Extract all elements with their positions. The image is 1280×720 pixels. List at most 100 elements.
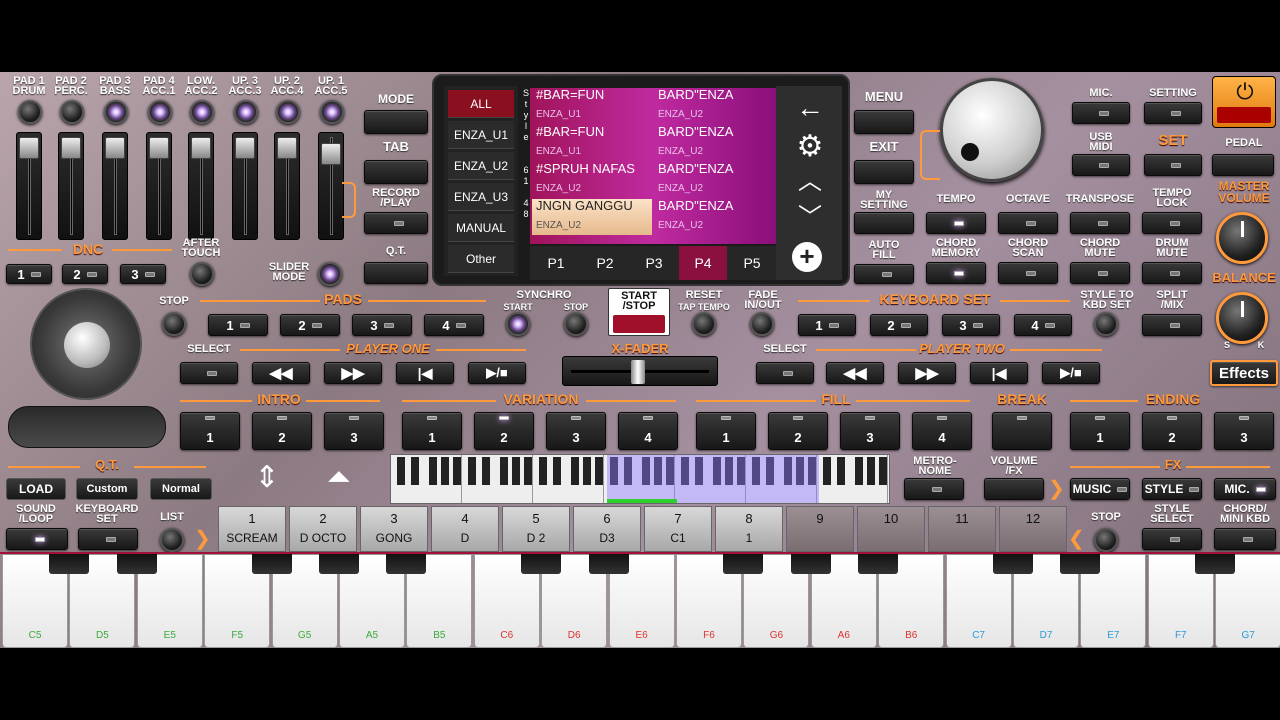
dnc-button-3[interactable]: 3 bbox=[120, 264, 166, 284]
record-play-button[interactable] bbox=[364, 212, 428, 234]
ending-button-1[interactable]: 1 bbox=[1070, 412, 1130, 450]
black-key[interactable] bbox=[723, 554, 764, 574]
custom-button[interactable]: Custom bbox=[76, 478, 138, 500]
tempo-lock-button[interactable] bbox=[1142, 212, 1202, 234]
metronome-icon[interactable]: ⏶ bbox=[314, 458, 364, 498]
pad-volume-fader-4[interactable] bbox=[146, 132, 172, 240]
drum-mute-button[interactable] bbox=[1142, 262, 1202, 284]
player-two-rewind-button[interactable]: ◀◀ bbox=[826, 362, 884, 384]
style-entry[interactable]: BARD"ENZA ENZA_U2 bbox=[654, 162, 774, 198]
chord-mini-button[interactable] bbox=[1214, 528, 1276, 550]
style-select-button[interactable] bbox=[1142, 528, 1202, 550]
kbd-set-button-2[interactable]: 2 bbox=[870, 314, 928, 336]
black-key[interactable] bbox=[319, 554, 359, 574]
style-entry[interactable]: BARD"ENZA ENZA_U2 bbox=[654, 88, 774, 124]
registration-slot-8[interactable]: 81 bbox=[715, 506, 783, 552]
break-button[interactable] bbox=[992, 412, 1052, 450]
dnc-button-2[interactable]: 2 bbox=[62, 264, 108, 284]
black-key[interactable] bbox=[49, 554, 90, 574]
joystick[interactable] bbox=[30, 288, 142, 400]
player-one-select-button[interactable] bbox=[180, 362, 238, 384]
player-one-forward-button[interactable]: ▶▶ bbox=[324, 362, 382, 384]
fill-button-2[interactable]: 2 bbox=[768, 412, 828, 450]
registration-slot-4[interactable]: 4D bbox=[431, 506, 499, 552]
chord-scan-button[interactable] bbox=[998, 262, 1058, 284]
fade-knob[interactable] bbox=[750, 312, 774, 336]
ending-button-3[interactable]: 3 bbox=[1214, 412, 1274, 450]
page-p2[interactable]: P2 bbox=[581, 246, 629, 280]
metronome-button[interactable] bbox=[904, 478, 964, 500]
mic-button[interactable] bbox=[1072, 102, 1130, 124]
pad-mute-knob-1[interactable] bbox=[18, 100, 42, 124]
category-all[interactable]: ALL bbox=[448, 90, 514, 118]
style-fx-button[interactable]: STYLE bbox=[1142, 478, 1202, 500]
qt-button[interactable] bbox=[364, 262, 428, 284]
setting-button[interactable] bbox=[1144, 102, 1202, 124]
tuner-icon[interactable]: ⇕ bbox=[244, 458, 290, 498]
split-mix-button[interactable] bbox=[1142, 314, 1202, 336]
registration-slot-10[interactable]: 10 bbox=[857, 506, 925, 552]
keyboard-set-bottom-button[interactable] bbox=[78, 528, 138, 550]
auto-fill-button[interactable] bbox=[854, 264, 914, 284]
page-p5[interactable]: P5 bbox=[728, 246, 776, 280]
transpose-button[interactable] bbox=[1070, 212, 1130, 234]
category-other[interactable]: Other bbox=[448, 245, 514, 273]
category-enza-u2[interactable]: ENZA_U2 bbox=[448, 152, 514, 180]
list-knob[interactable] bbox=[160, 528, 184, 552]
black-key[interactable] bbox=[1195, 554, 1236, 574]
variation-button-3[interactable]: 3 bbox=[546, 412, 606, 450]
volume-fx-button[interactable] bbox=[984, 478, 1044, 500]
start-stop-button[interactable]: START/STOP bbox=[608, 288, 670, 336]
pad-button-3[interactable]: 3 bbox=[352, 314, 412, 336]
player-one-rewind-button[interactable]: ◀◀ bbox=[252, 362, 310, 384]
registration-slot-12[interactable]: 12 bbox=[999, 506, 1067, 552]
balance-knob[interactable] bbox=[1216, 292, 1268, 344]
registration-slot-6[interactable]: 6 D3 bbox=[573, 506, 641, 552]
fill-button-3[interactable]: 3 bbox=[840, 412, 900, 450]
back-arrow-icon[interactable]: ← bbox=[790, 94, 830, 124]
add-icon[interactable]: + bbox=[792, 242, 822, 272]
registration-slot-2[interactable]: 2 D OCTO bbox=[289, 506, 357, 552]
player-two-previous-button[interactable]: |◀ bbox=[970, 362, 1028, 384]
synchro-stop-knob[interactable] bbox=[564, 312, 588, 336]
chord-memory-button[interactable] bbox=[926, 262, 986, 284]
intro-button-1[interactable]: 1 bbox=[180, 412, 240, 450]
jog-dial[interactable] bbox=[940, 78, 1044, 182]
variation-button-2[interactable]: 2 bbox=[474, 412, 534, 450]
variation-button-1[interactable]: 1 bbox=[402, 412, 462, 450]
mini-keyboard[interactable] bbox=[390, 454, 890, 504]
black-key[interactable] bbox=[790, 554, 831, 574]
intro-button-3[interactable]: 3 bbox=[324, 412, 384, 450]
page-p3[interactable]: P3 bbox=[630, 246, 678, 280]
mic-fx-button[interactable]: MIC. bbox=[1214, 478, 1276, 500]
load-button[interactable]: LOAD bbox=[6, 478, 66, 500]
black-key[interactable] bbox=[588, 554, 629, 574]
pad-volume-fader-5[interactable] bbox=[188, 132, 214, 240]
pad-button-4[interactable]: 4 bbox=[424, 314, 484, 336]
dnc-button-1[interactable]: 1 bbox=[6, 264, 52, 284]
page-p1[interactable]: P1 bbox=[532, 246, 580, 280]
pedal-button[interactable] bbox=[1212, 154, 1274, 176]
pitch-bend-wheel[interactable] bbox=[8, 406, 166, 448]
after-touch-knob[interactable] bbox=[190, 262, 214, 286]
pad-mute-knob-8[interactable] bbox=[320, 100, 344, 124]
reset-knob[interactable] bbox=[692, 312, 716, 336]
normal-button[interactable]: Normal bbox=[150, 478, 212, 500]
black-key[interactable] bbox=[993, 554, 1033, 574]
registration-slot-5[interactable]: 5D 2 bbox=[502, 506, 570, 552]
variation-button-4[interactable]: 4 bbox=[618, 412, 678, 450]
x-fader[interactable] bbox=[562, 356, 718, 386]
chord-mute-button[interactable] bbox=[1070, 262, 1130, 284]
pad-volume-fader-2[interactable] bbox=[58, 132, 84, 240]
fill-button-1[interactable]: 1 bbox=[696, 412, 756, 450]
black-key[interactable] bbox=[858, 554, 899, 574]
octave-button[interactable] bbox=[998, 212, 1058, 234]
pad-mute-knob-7[interactable] bbox=[276, 100, 300, 124]
pad-volume-fader-7[interactable] bbox=[274, 132, 300, 240]
registration-slot-11[interactable]: 11 bbox=[928, 506, 996, 552]
pad-mute-knob-5[interactable] bbox=[190, 100, 214, 124]
black-key[interactable] bbox=[251, 554, 292, 574]
set-button[interactable] bbox=[1144, 154, 1202, 176]
player-two-forward-button[interactable]: ▶▶ bbox=[898, 362, 956, 384]
effects-button[interactable]: Effects bbox=[1210, 360, 1278, 386]
